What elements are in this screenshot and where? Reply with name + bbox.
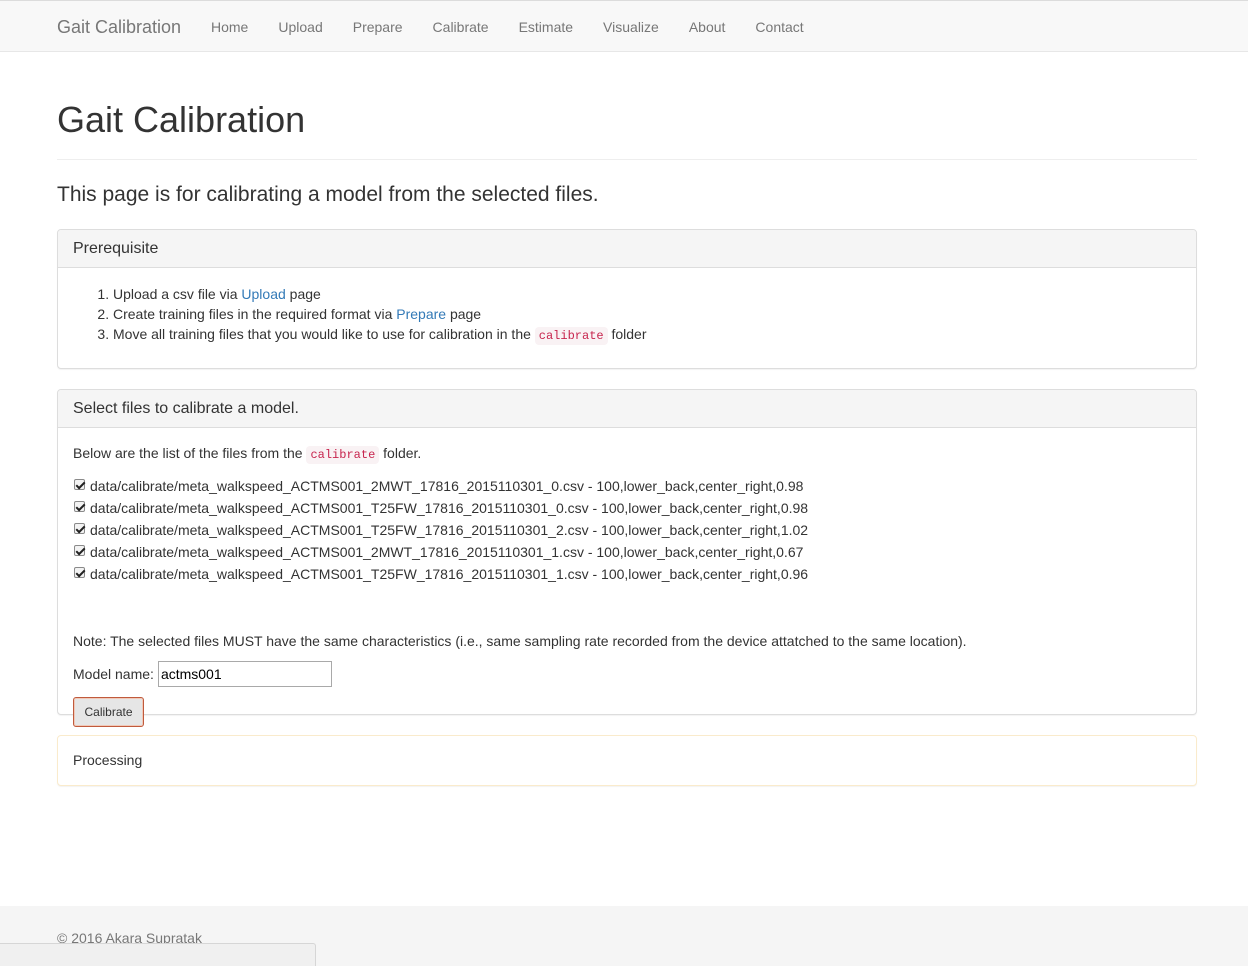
browser-status-bubble: [0, 943, 316, 966]
processing-panel: Processing: [57, 735, 1197, 786]
selection-note: Note: The selected files MUST have the s…: [73, 633, 967, 649]
title-divider: [57, 159, 1197, 160]
file-label: data/calibrate/meta_walkspeed_ACTMS001_2…: [90, 544, 804, 560]
desc-text-end: folder.: [379, 445, 422, 461]
prerequisite-steps: Upload a csv file via Upload page Create…: [73, 284, 1173, 346]
step2-text: Create training files in the required fo…: [113, 306, 397, 322]
file-checkbox[interactable]: [74, 566, 85, 578]
file-label: data/calibrate/meta_walkspeed_ACTMS001_T…: [90, 566, 809, 582]
top-navbar: Gait Calibration Home Upload Prepare Cal…: [0, 0, 1248, 52]
upload-link[interactable]: Upload: [241, 286, 285, 302]
step3-text: Move all training files that you would l…: [113, 326, 535, 342]
step-move-files: Move all training files that you would l…: [113, 324, 1173, 346]
select-files-body: Below are the list of the files from the…: [58, 428, 1196, 727]
page-title: Gait Calibration: [57, 99, 306, 140]
file-row: data/calibrate/meta_walkspeed_ACTMS001_T…: [73, 519, 1173, 541]
nav-prepare[interactable]: Prepare: [338, 1, 418, 53]
file-row: data/calibrate/meta_walkspeed_ACTMS001_2…: [73, 475, 1173, 497]
step2-text-end: page: [446, 306, 482, 322]
step-upload: Upload a csv file via Upload page: [113, 284, 1173, 304]
nav-contact[interactable]: Contact: [740, 1, 818, 53]
file-label: data/calibrate/meta_walkspeed_ACTMS001_T…: [90, 500, 809, 516]
desc-text: Below are the list of the files from the: [73, 445, 307, 461]
nav-menu: Home Upload Prepare Calibrate Estimate V…: [196, 1, 819, 53]
model-name-row: Model name:: [73, 661, 332, 687]
calibrate-button[interactable]: Calibrate: [73, 697, 144, 727]
file-label: data/calibrate/meta_walkspeed_ACTMS001_T…: [90, 522, 809, 538]
calibrate-folder-code: calibrate: [534, 327, 608, 345]
nav-calibrate[interactable]: Calibrate: [418, 1, 504, 53]
file-row: data/calibrate/meta_walkspeed_ACTMS001_T…: [73, 497, 1173, 519]
navbar-brand[interactable]: Gait Calibration: [57, 17, 181, 37]
nav-upload[interactable]: Upload: [263, 1, 337, 53]
file-checkbox[interactable]: [74, 544, 85, 556]
prerequisite-body: Upload a csv file via Upload page Create…: [58, 268, 1196, 345]
file-row: data/calibrate/meta_walkspeed_ACTMS001_T…: [73, 563, 1173, 585]
step1-text-end: page: [285, 286, 321, 302]
files-description: Below are the list of the files from the…: [73, 443, 421, 465]
file-checkbox[interactable]: [74, 522, 85, 534]
nav-estimate[interactable]: Estimate: [504, 1, 588, 53]
step-prepare: Create training files in the required fo…: [113, 304, 1173, 324]
file-label: data/calibrate/meta_walkspeed_ACTMS001_2…: [90, 478, 804, 494]
calibrate-folder-code: calibrate: [306, 446, 380, 464]
prerequisite-panel: Prerequisite Upload a csv file via Uploa…: [57, 229, 1197, 369]
select-files-panel: Select files to calibrate a model. Below…: [57, 389, 1197, 727]
model-name-label: Model name:: [73, 666, 154, 682]
file-checkbox[interactable]: [74, 478, 85, 490]
prerequisite-heading: Prerequisite: [58, 230, 1196, 268]
file-checkbox-list: data/calibrate/meta_walkspeed_ACTMS001_2…: [73, 475, 1173, 585]
processing-status: Processing: [73, 752, 143, 768]
file-row: data/calibrate/meta_walkspeed_ACTMS001_2…: [73, 541, 1173, 563]
file-checkbox[interactable]: [74, 500, 85, 512]
step1-text: Upload a csv file via: [113, 286, 242, 302]
nav-home[interactable]: Home: [196, 1, 263, 53]
prepare-link[interactable]: Prepare: [396, 306, 446, 322]
select-files-heading: Select files to calibrate a model.: [58, 390, 1196, 428]
nav-about[interactable]: About: [674, 1, 741, 53]
page-lead: This page is for calibrating a model fro…: [57, 183, 599, 206]
nav-visualize[interactable]: Visualize: [588, 1, 674, 53]
model-name-input[interactable]: [157, 661, 332, 687]
step3-text-end: folder: [607, 326, 647, 342]
